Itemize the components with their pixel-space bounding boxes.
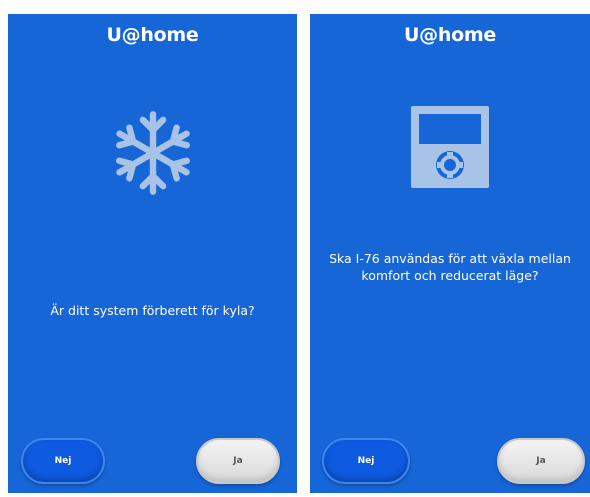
no-button[interactable]: Nej bbox=[21, 438, 105, 484]
cooling-question-text: Är ditt system förberett för kyla? bbox=[50, 303, 255, 318]
thermostat-device-icon bbox=[411, 106, 489, 188]
app-title: U@home bbox=[404, 24, 496, 46]
screenshot-stage: U@home Är ditt system förberett för kyla… bbox=[0, 0, 590, 497]
comfort-mode-question-screen: U@home Ska I-76 användas för att växla m… bbox=[310, 14, 590, 493]
snowflake-icon bbox=[115, 111, 190, 195]
yes-button[interactable]: Ja bbox=[196, 438, 280, 484]
cooling-question-screen: U@home Är ditt system förberett för kyla… bbox=[8, 14, 297, 493]
yes-button[interactable]: Ja bbox=[497, 438, 585, 484]
no-button[interactable]: Nej bbox=[322, 438, 410, 484]
comfort-mode-question-text: Ska I-76 användas för att växla mellan k… bbox=[329, 251, 571, 283]
app-title: U@home bbox=[106, 24, 199, 46]
